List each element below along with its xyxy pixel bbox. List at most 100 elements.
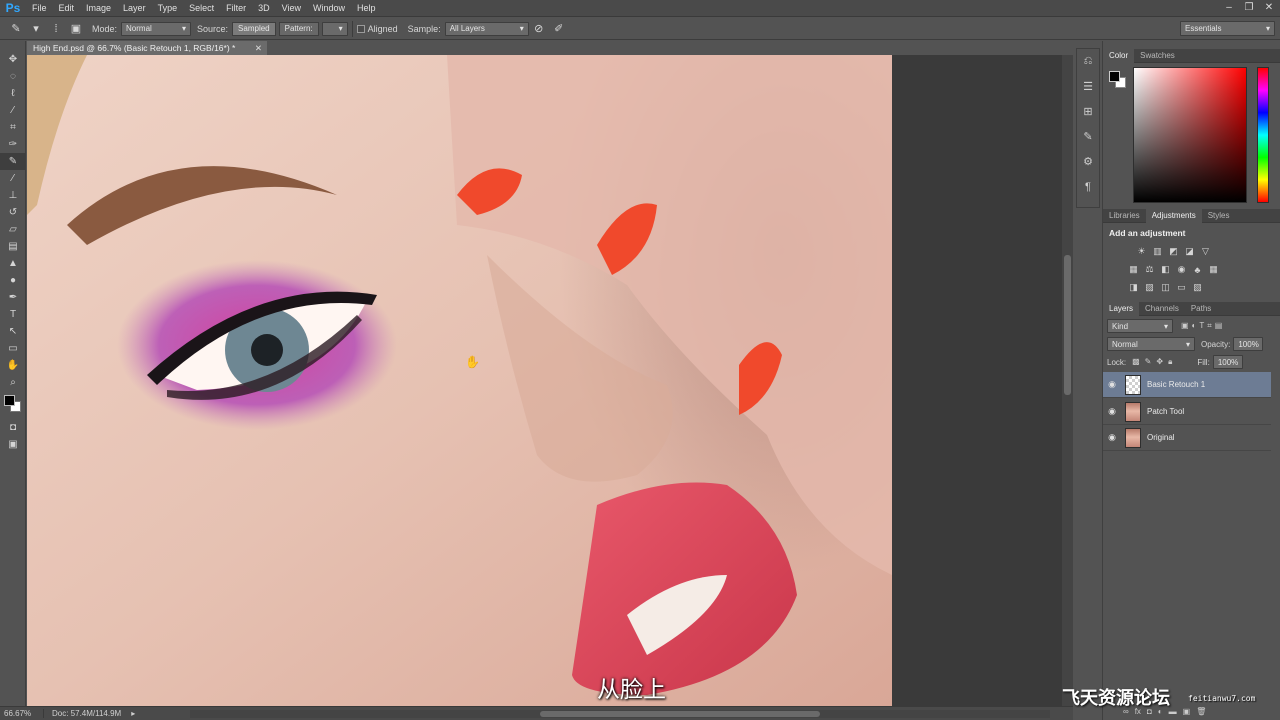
chevron-down-icon[interactable]: ▾: [28, 21, 44, 37]
status-menu-icon[interactable]: ▸: [131, 709, 135, 718]
move-tool-icon[interactable]: ✥: [0, 51, 26, 68]
menu-view[interactable]: View: [276, 0, 307, 17]
clone-stamp-tool-icon[interactable]: ⊥: [0, 187, 26, 204]
menu-type[interactable]: Type: [152, 0, 184, 17]
properties-panel-icon[interactable]: ☰: [1077, 74, 1099, 99]
source-sampled-button[interactable]: Sampled: [232, 21, 276, 36]
sample-select[interactable]: All Layers ▾: [444, 21, 529, 36]
rectangle-tool-icon[interactable]: ▭: [0, 340, 26, 357]
ignore-adjustment-icon[interactable]: ⊘: [531, 21, 547, 37]
type-tool-icon[interactable]: T: [0, 306, 26, 323]
opacity-field[interactable]: 100%: [1233, 337, 1264, 351]
horizontal-scrollbar[interactable]: [190, 710, 1050, 718]
color-balance-icon[interactable]: ⚖: [1143, 263, 1156, 276]
tab-channels[interactable]: Channels: [1139, 302, 1185, 316]
black-white-icon[interactable]: ◧: [1159, 263, 1172, 276]
trash-icon[interactable]: 🗑︎: [1196, 707, 1206, 716]
tab-libraries[interactable]: Libraries: [1103, 209, 1146, 223]
brush-panel-icon[interactable]: ▣: [68, 21, 84, 37]
tab-layers[interactable]: Layers: [1103, 301, 1140, 316]
pen-tool-icon[interactable]: ✒: [0, 289, 26, 306]
close-icon[interactable]: ✕: [255, 43, 262, 54]
menu-window[interactable]: Window: [307, 0, 351, 17]
menu-help[interactable]: Help: [351, 0, 382, 17]
toolbar-grip[interactable]: [0, 41, 26, 51]
posterize-icon[interactable]: ▨: [1143, 281, 1156, 294]
tab-swatches[interactable]: Swatches: [1134, 49, 1181, 63]
eye-icon[interactable]: ◉: [1103, 432, 1121, 443]
hue-slider[interactable]: [1257, 67, 1269, 203]
gradient-tool-icon[interactable]: ▤: [0, 238, 26, 255]
menu-layer[interactable]: Layer: [117, 0, 152, 17]
layer-row[interactable]: ◉ Basic Retouch 1: [1103, 372, 1271, 398]
mode-select[interactable]: Normal ▾: [121, 21, 192, 36]
selective-color-icon[interactable]: ▧: [1191, 281, 1204, 294]
marquee-tool-icon[interactable]: ◌: [0, 68, 26, 85]
lock-icons[interactable]: ▩✎✥🔒︎: [1132, 357, 1177, 367]
history-panel-icon[interactable]: ⎌: [1077, 49, 1099, 74]
exposure-icon[interactable]: ◪: [1183, 245, 1196, 258]
eyedropper-tool-icon[interactable]: ✑: [0, 136, 26, 153]
brush-size-icon[interactable]: ⁞: [48, 21, 64, 37]
tool-presets-panel-icon[interactable]: ⚙: [1077, 149, 1099, 174]
levels-icon[interactable]: ▥: [1151, 245, 1164, 258]
foreground-color-swatch[interactable]: [1109, 71, 1120, 82]
aligned-checkbox[interactable]: [356, 24, 365, 33]
path-select-tool-icon[interactable]: ↖: [0, 323, 26, 340]
layer-row[interactable]: ◉ Patch Tool: [1103, 399, 1271, 425]
quick-select-tool-icon[interactable]: ⁄: [0, 102, 26, 119]
dodge-tool-icon[interactable]: ●: [0, 272, 26, 289]
close-icon[interactable]: ✕: [1262, 1, 1276, 15]
channel-mixer-icon[interactable]: ♣: [1191, 263, 1204, 276]
document-image[interactable]: [27, 55, 892, 706]
zoom-tool-icon[interactable]: ⌕: [0, 374, 26, 391]
blur-tool-icon[interactable]: ▲: [0, 255, 26, 272]
new-layer-icon[interactable]: ▣: [1183, 707, 1191, 716]
minimize-icon[interactable]: –: [1222, 1, 1236, 15]
quick-mask-icon[interactable]: ◘: [0, 419, 26, 436]
restore-icon[interactable]: ❐: [1242, 1, 1256, 15]
vibrance-icon[interactable]: ▽: [1199, 245, 1212, 258]
pressure-icon[interactable]: ✐: [551, 21, 567, 37]
filter-icons[interactable]: ▣◐T⌗▤: [1181, 321, 1225, 331]
foreground-color-swatch[interactable]: [4, 395, 15, 406]
threshold-icon[interactable]: ◫: [1159, 281, 1172, 294]
color-swatches[interactable]: [0, 391, 26, 419]
tab-styles[interactable]: Styles: [1202, 209, 1236, 223]
scroll-thumb[interactable]: [1064, 255, 1071, 395]
menu-edit[interactable]: Edit: [53, 0, 81, 17]
tab-adjustments[interactable]: Adjustments: [1145, 208, 1202, 223]
hue-saturation-icon[interactable]: ▦: [1127, 263, 1140, 276]
document-tab[interactable]: High End.psd @ 66.7% (Basic Retouch 1, R…: [27, 41, 267, 55]
eye-icon[interactable]: ◉: [1103, 379, 1121, 390]
canvas-area[interactable]: ✋: [27, 55, 1073, 706]
menu-image[interactable]: Image: [80, 0, 117, 17]
invert-icon[interactable]: ◨: [1127, 281, 1140, 294]
photo-filter-icon[interactable]: ◉: [1175, 263, 1188, 276]
brightness-icon[interactable]: ☀: [1135, 245, 1148, 258]
brush-presets-panel-icon[interactable]: ✎: [1077, 124, 1099, 149]
tab-paths[interactable]: Paths: [1185, 302, 1217, 316]
gradient-map-icon[interactable]: ▭: [1175, 281, 1188, 294]
tab-color[interactable]: Color: [1103, 48, 1135, 63]
curves-icon[interactable]: ◩: [1167, 245, 1180, 258]
zoom-field[interactable]: 66.67%: [0, 709, 44, 718]
color-lookup-icon[interactable]: ▦: [1207, 263, 1220, 276]
layer-row[interactable]: ◉ Original: [1103, 425, 1271, 451]
hand-tool-icon[interactable]: ✋: [0, 357, 26, 374]
scroll-thumb[interactable]: [540, 711, 820, 717]
menu-file[interactable]: File: [26, 0, 53, 17]
history-brush-tool-icon[interactable]: ↺: [0, 204, 26, 221]
menu-3d[interactable]: 3D: [252, 0, 276, 17]
healing-brush-icon[interactable]: ✎: [8, 21, 24, 37]
brush-tool-icon[interactable]: ⁄: [0, 170, 26, 187]
crop-tool-icon[interactable]: ⌗: [0, 119, 26, 136]
source-pattern-button[interactable]: Pattern:: [278, 21, 319, 36]
eraser-tool-icon[interactable]: ▱: [0, 221, 26, 238]
clone-source-panel-icon[interactable]: ⊞: [1077, 99, 1099, 124]
healing-brush-tool-icon[interactable]: ✎: [0, 153, 26, 170]
menu-filter[interactable]: Filter: [220, 0, 252, 17]
vertical-scrollbar[interactable]: [1062, 55, 1073, 706]
color-field[interactable]: [1133, 67, 1247, 203]
pattern-picker[interactable]: ▾: [321, 21, 348, 36]
